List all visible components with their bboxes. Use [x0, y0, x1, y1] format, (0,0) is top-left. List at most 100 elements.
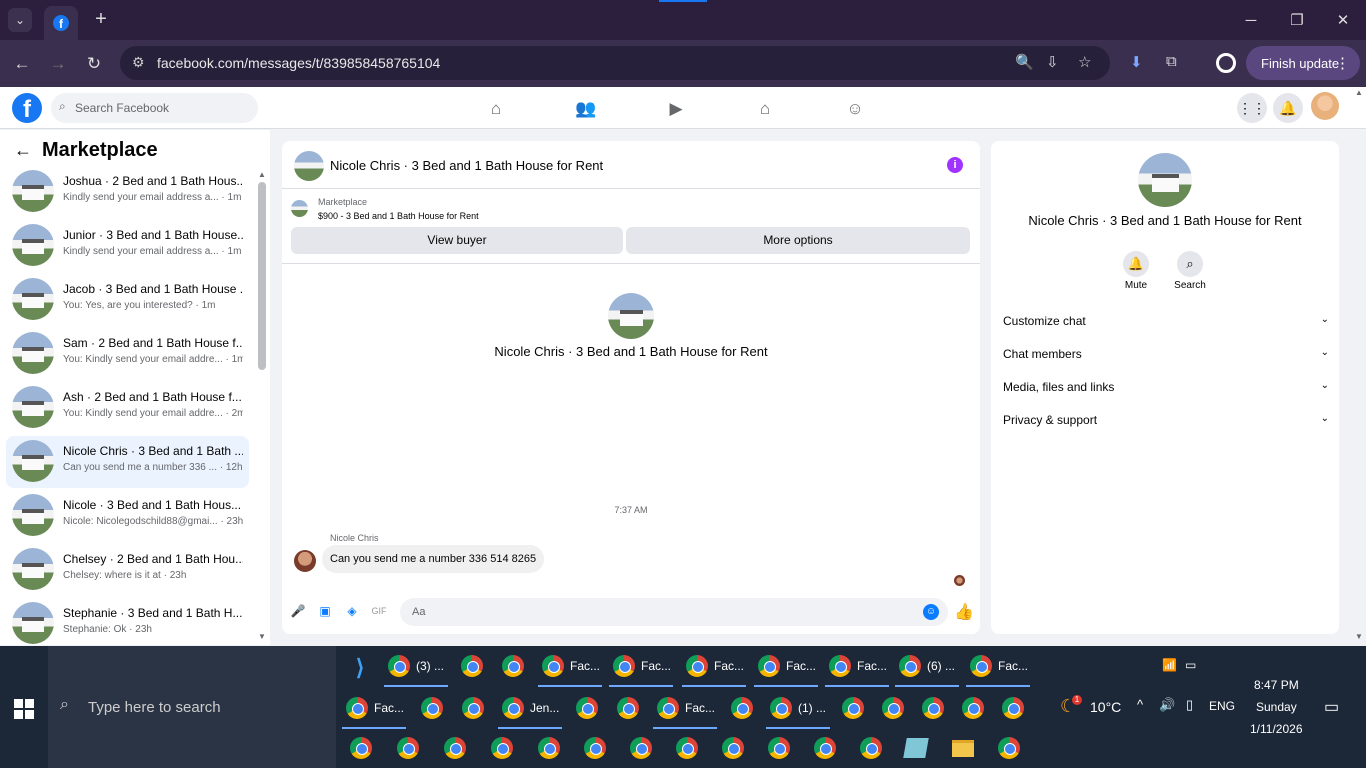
account-avatar[interactable] [1311, 92, 1339, 120]
chrome-window-icon[interactable] [584, 737, 606, 759]
chrome-window-icon[interactable] [899, 655, 921, 677]
mute-bell-icon[interactable]: 🔔 [1123, 251, 1149, 277]
menu-grid-icon[interactable]: ⋮⋮ [1237, 93, 1267, 123]
marketplace-icon[interactable]: ⌂ [754, 98, 776, 120]
conversation-item[interactable]: Joshua · 2 Bed and 1 Bath Hous... Kindly … [6, 166, 249, 218]
scroll-up-icon[interactable]: ▲ [258, 170, 266, 179]
chrome-window-icon[interactable] [842, 697, 864, 719]
thumbs-up-icon[interactable]: 👍 [954, 602, 974, 622]
tab-search-dropdown[interactable]: ⌄ [8, 8, 32, 32]
more-options-button[interactable]: More options [626, 227, 970, 254]
microphone-icon[interactable]: 🎤 [290, 603, 306, 619]
listing-thumbnail[interactable] [291, 200, 308, 217]
chrome-window-icon[interactable] [882, 697, 904, 719]
details-section[interactable]: Media, files and links ⌄ [1003, 380, 1329, 394]
network-icon[interactable]: 📶 [1162, 658, 1177, 672]
chrome-window-icon[interactable] [731, 697, 753, 719]
chrome-window-icon[interactable] [829, 655, 851, 677]
minimize-button[interactable]: ─ [1228, 0, 1274, 40]
details-profile-image[interactable] [1138, 153, 1192, 207]
windows-start-icon[interactable] [14, 699, 34, 719]
show-hidden-icons-icon[interactable]: ^ [1137, 697, 1143, 712]
chrome-window-icon[interactable] [686, 655, 708, 677]
scroll-down-icon[interactable]: ▼ [258, 632, 266, 641]
details-section[interactable]: Customize chat ⌄ [1003, 314, 1329, 328]
zoom-icon[interactable]: 🔍 [1015, 53, 1034, 71]
home-icon[interactable]: ⌂ [485, 98, 507, 120]
sticker-icon[interactable]: ◈ [344, 603, 360, 619]
weather-temp[interactable]: 10°C [1090, 699, 1121, 715]
profile-icon[interactable] [1216, 53, 1236, 73]
chrome-window-icon[interactable] [770, 697, 792, 719]
chrome-window-icon[interactable] [998, 737, 1020, 759]
chat-title[interactable]: Nicole Chris · 3 Bed and 1 Bath House fo… [330, 158, 603, 173]
conversation-item[interactable]: Stephanie · 3 Bed and 1 Bath H... Stephan… [6, 598, 249, 650]
chrome-window-icon[interactable] [461, 655, 483, 677]
forward-icon[interactable]: → [46, 52, 70, 76]
mic-tray-icon[interactable]: ▯ [1186, 697, 1193, 713]
chrome-window-icon[interactable] [346, 697, 368, 719]
details-search-icon[interactable]: ⌕ [1177, 251, 1203, 277]
info-icon[interactable]: i [947, 157, 963, 173]
view-buyer-button[interactable]: View buyer [291, 227, 623, 254]
chrome-window-icon[interactable] [502, 655, 524, 677]
chrome-window-icon[interactable] [388, 655, 410, 677]
notes-app-icon[interactable] [903, 738, 929, 758]
back-icon[interactable]: ← [10, 52, 34, 76]
conversation-item[interactable]: Jacob · 3 Bed and 1 Bath House ... You: Y… [6, 274, 249, 326]
chrome-window-icon[interactable] [922, 697, 944, 719]
chrome-window-icon[interactable] [768, 737, 790, 759]
chat-avatar[interactable] [294, 151, 324, 181]
address-bar[interactable]: ⚙ facebook.com/messages/t/83985845876510… [120, 46, 1110, 80]
bookmark-star-icon[interactable]: ☆ [1078, 53, 1091, 71]
file-explorer-icon[interactable] [952, 740, 974, 757]
message-bubble[interactable]: Can you send me a number 336 514 8265 [322, 545, 545, 573]
chrome-window-icon[interactable] [722, 737, 744, 759]
clock-time[interactable]: 8:47 PM [1254, 678, 1299, 692]
chrome-window-icon[interactable] [657, 697, 679, 719]
vscode-icon[interactable]: ⟩ [348, 656, 372, 680]
menu-dots-icon[interactable]: ⋮ [1335, 54, 1350, 72]
chrome-window-icon[interactable] [502, 697, 524, 719]
facebook-logo-icon[interactable]: f [12, 93, 42, 123]
extensions-icon[interactable]: ⧉ [1166, 53, 1177, 70]
message-input[interactable]: Aa [400, 598, 948, 626]
chrome-window-icon[interactable] [1002, 697, 1024, 719]
battery-icon[interactable]: ▭ [1185, 658, 1196, 672]
download-icon[interactable]: ⬇ [1130, 53, 1143, 71]
conversation-item[interactable]: Nicole Chris · 3 Bed and 1 Bath ... Can y… [6, 436, 249, 488]
new-tab-button[interactable]: + [90, 8, 112, 30]
conversation-item[interactable]: Junior · 3 Bed and 1 Bath House... Kindly… [6, 220, 249, 272]
taskbar-search-box[interactable]: ⌕ Type here to search [48, 646, 336, 768]
tab-facebook[interactable]: f [44, 6, 78, 40]
photo-icon[interactable]: ▣ [317, 603, 333, 619]
gif-icon[interactable]: GIF [371, 603, 387, 619]
chrome-window-icon[interactable] [860, 737, 882, 759]
chrome-window-icon[interactable] [397, 737, 419, 759]
site-info-icon[interactable]: ⚙ [132, 54, 145, 71]
page-scroll-down-icon[interactable]: ▼ [1355, 632, 1363, 641]
chrome-window-icon[interactable] [350, 737, 372, 759]
friends-icon[interactable]: 👥 [575, 98, 597, 120]
chrome-window-icon[interactable] [758, 655, 780, 677]
chrome-window-icon[interactable] [630, 737, 652, 759]
close-window-button[interactable]: ✕ [1320, 0, 1366, 40]
facebook-search-input[interactable]: ⌕ Search Facebook [51, 93, 258, 123]
chrome-window-icon[interactable] [814, 737, 836, 759]
chrome-window-icon[interactable] [617, 697, 639, 719]
back-arrow-icon[interactable]: ← [14, 140, 32, 161]
chrome-window-icon[interactable] [676, 737, 698, 759]
chrome-window-icon[interactable] [491, 737, 513, 759]
install-app-icon[interactable]: ⇩ [1046, 53, 1059, 71]
restore-button[interactable]: ❐ [1274, 0, 1320, 40]
chrome-window-icon[interactable] [576, 697, 598, 719]
notifications-bell-icon[interactable]: 🔔 [1273, 93, 1303, 123]
volume-icon[interactable]: 🔊 [1159, 697, 1175, 713]
details-section[interactable]: Privacy & support ⌄ [1003, 413, 1329, 427]
finish-update-button[interactable]: Finish update ⋮ [1246, 46, 1360, 80]
listing-title[interactable]: $900 - 3 Bed and 1 Bath House for Rent [318, 211, 479, 221]
page-scroll-up-icon[interactable]: ▲ [1355, 88, 1363, 97]
conversation-item[interactable]: Nicole · 3 Bed and 1 Bath Hous... Nicole:… [6, 490, 249, 542]
emoji-icon[interactable]: ☺ [923, 604, 939, 620]
clock-date[interactable]: 1/11/2026 [1250, 722, 1303, 736]
